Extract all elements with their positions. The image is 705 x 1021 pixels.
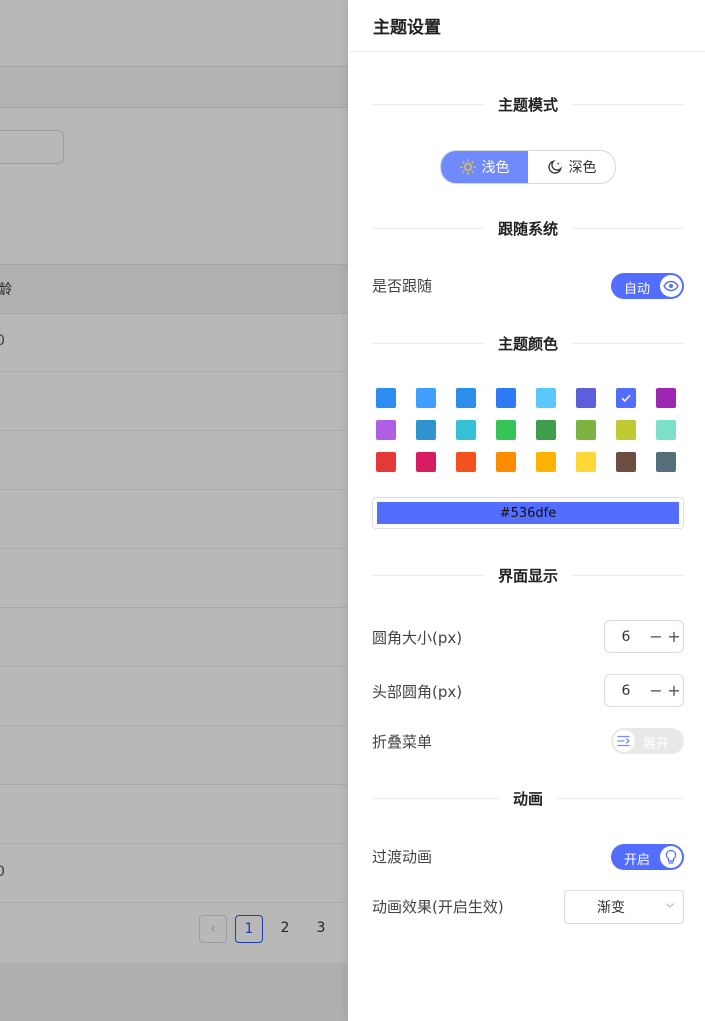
color-swatch[interactable] xyxy=(456,452,476,472)
color-swatch[interactable] xyxy=(416,452,436,472)
collapse-menu-switch-text: 展开 xyxy=(643,737,670,752)
chevron-down-icon xyxy=(657,899,683,915)
color-swatch[interactable] xyxy=(536,388,556,408)
transition-switch[interactable]: 开启 xyxy=(611,844,684,870)
radius-stepper: 6 − + xyxy=(604,620,684,653)
drawer-header: 主题设置 xyxy=(348,0,705,52)
color-swatch[interactable] xyxy=(576,452,596,472)
transition-label: 过渡动画 xyxy=(372,848,433,866)
theme-color-divider: 主题颜色 xyxy=(372,333,685,353)
theme-color-heading: 主题颜色 xyxy=(498,334,559,353)
color-swatch[interactable] xyxy=(656,420,676,440)
animation-heading: 动画 xyxy=(513,789,544,808)
collapse-menu-label: 折叠菜单 xyxy=(372,733,433,751)
color-swatch[interactable] xyxy=(456,388,476,408)
header-radius-minus-button[interactable]: − xyxy=(647,681,665,700)
color-swatch[interactable] xyxy=(536,420,556,440)
check-icon xyxy=(621,394,631,403)
theme-mode-heading: 主题模式 xyxy=(498,95,559,114)
effect-select[interactable]: 渐变 xyxy=(564,890,684,924)
color-swatch[interactable] xyxy=(376,452,396,472)
follow-system-divider: 跟随系统 xyxy=(372,218,685,238)
color-preview[interactable]: #536dfe xyxy=(377,502,679,524)
effect-label: 动画效果(开启生效) xyxy=(372,898,504,916)
color-swatch[interactable] xyxy=(576,388,596,408)
effect-select-value: 渐变 xyxy=(597,900,625,916)
color-swatch[interactable] xyxy=(656,452,676,472)
collapse-menu-switch[interactable]: 展开 xyxy=(611,728,684,754)
transition-switch-text: 开启 xyxy=(624,853,651,868)
radius-value[interactable]: 6 xyxy=(605,629,647,645)
lightbulb-icon xyxy=(660,846,682,868)
dark-mode-label: 深色 xyxy=(568,160,597,176)
color-value-text: #536dfe xyxy=(499,505,557,521)
interface-heading: 界面显示 xyxy=(498,566,559,585)
color-swatch[interactable] xyxy=(656,388,676,408)
follow-system-switch[interactable]: 自动 xyxy=(611,273,684,299)
color-swatch[interactable] xyxy=(376,420,396,440)
theme-settings-drawer: 主题设置 主题模式 浅色 深色 跟随系统 是否跟随 自动 主题颜色 #536df… xyxy=(348,0,705,1021)
moon-icon xyxy=(547,159,562,174)
follow-system-heading: 跟随系统 xyxy=(498,219,559,238)
light-mode-label: 浅色 xyxy=(481,160,510,176)
header-radius-value[interactable]: 6 xyxy=(605,683,647,699)
header-radius-plus-button[interactable]: + xyxy=(665,681,683,700)
radius-label: 圆角大小(px) xyxy=(372,629,463,647)
color-swatch[interactable] xyxy=(416,420,436,440)
follow-system-switch-text: 自动 xyxy=(624,282,651,297)
color-swatch[interactable] xyxy=(496,420,516,440)
dark-mode-option[interactable]: 深色 xyxy=(528,151,615,183)
color-swatch[interactable] xyxy=(576,420,596,440)
color-swatch[interactable] xyxy=(376,388,396,408)
light-mode-option[interactable]: 浅色 xyxy=(441,151,528,183)
interface-divider: 界面显示 xyxy=(372,565,685,585)
follow-system-label: 是否跟随 xyxy=(372,277,433,295)
eye-icon xyxy=(660,275,682,297)
color-swatch[interactable] xyxy=(616,452,636,472)
drawer-title: 主题设置 xyxy=(373,18,441,38)
color-swatch[interactable] xyxy=(536,452,556,472)
header-radius-stepper: 6 − + xyxy=(604,674,684,707)
animation-divider: 动画 xyxy=(372,788,685,808)
header-radius-label: 头部圆角(px) xyxy=(372,683,463,701)
color-swatch[interactable] xyxy=(616,420,636,440)
theme-mode-divider: 主题模式 xyxy=(372,94,685,114)
radius-plus-button[interactable]: + xyxy=(665,627,683,646)
menu-fold-icon xyxy=(613,730,635,752)
sun-icon xyxy=(459,159,476,175)
color-swatch[interactable] xyxy=(416,388,436,408)
color-swatch[interactable] xyxy=(456,420,476,440)
color-swatch[interactable] xyxy=(616,388,636,408)
radius-minus-button[interactable]: − xyxy=(647,627,665,646)
theme-mode-segmented: 浅色 深色 xyxy=(440,150,616,184)
color-swatch[interactable] xyxy=(496,388,516,408)
color-picker[interactable]: #536dfe xyxy=(372,497,684,529)
color-swatch[interactable] xyxy=(496,452,516,472)
